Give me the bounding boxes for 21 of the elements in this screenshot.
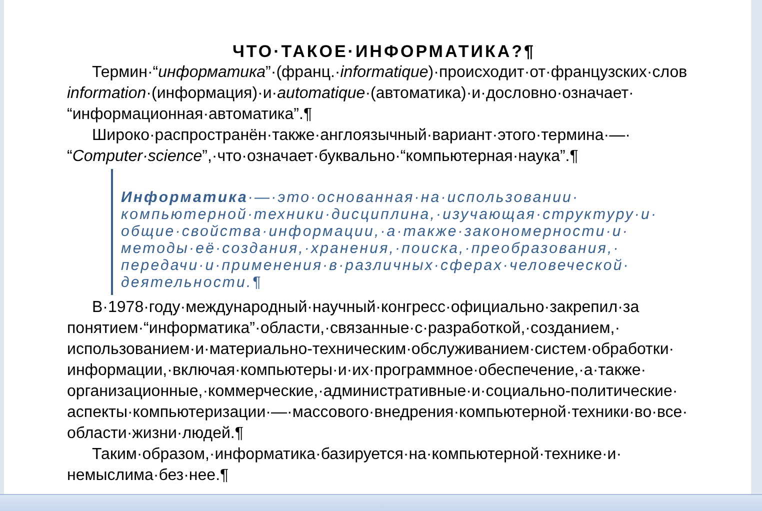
text-line: использованием·и·материально-техническим·обслуживанием·систем·обработки· — [67, 340, 676, 360]
quote-text-line: общие·свойства·информации,·а·также·закономерности·и· — [121, 223, 630, 240]
text-line: “информационная·автоматика”.¶ — [67, 105, 314, 125]
document-title: ЧТО·ТАКОЕ·ИНФОРМАТИКА?¶ — [231, 42, 536, 62]
quote-text-line: деятельности.¶ — [121, 274, 263, 291]
text-line: информации,·включая·компьютеры·и·их·программное·обеспечение,·а·также· — [67, 361, 648, 381]
quote-text-line: компьютерной·техники·дисциплина,·изучающая·структуру·и· — [121, 206, 659, 223]
quote-text-line: передачи·и·применения·в·различных·сферах·человеческой· — [121, 257, 631, 274]
quote-text-line: Информатика·—·это·основанная·на·использовании· — [121, 189, 580, 206]
text-line: В·1978·году·международный·научный·конгресс·официально·закрепил·за — [91, 298, 640, 318]
text-line: немыслима·без·нее.¶ — [67, 466, 230, 486]
text-line: области·жизни·людей.¶ — [67, 424, 244, 444]
text-line: Таким·образом,·информатика·базируется·на·компьютерной·технике·и· — [91, 445, 623, 465]
quote-text-line: методы·её·создания,·хранения,·поиска,·преобразования,· — [121, 240, 621, 257]
text-line: аспекты·компьютеризации·—·массового·внедрения·компьютерной·техники·во·все· — [67, 403, 689, 423]
text-line: организационные,·коммерческие,·административные·и·социально-политические· — [67, 382, 679, 402]
text-line: “Computer·science”,·что·означает·буквально·“компьютерная·наука”.¶ — [67, 147, 580, 167]
text-line: information·(информация)·и·automatique·(автоматика)·и·дословно·означает· — [67, 84, 635, 104]
text-line: Широко·распространён·также·англоязычный·вариант·этого·термина·—· — [91, 126, 632, 146]
text-line: Термин·“информатика”·(франц.·informatique)·происходит·от·французских·слов — [91, 63, 688, 83]
text-line: понятием·“информатика”·области,·связанные·с·разработкой,·созданием,· — [67, 319, 622, 339]
